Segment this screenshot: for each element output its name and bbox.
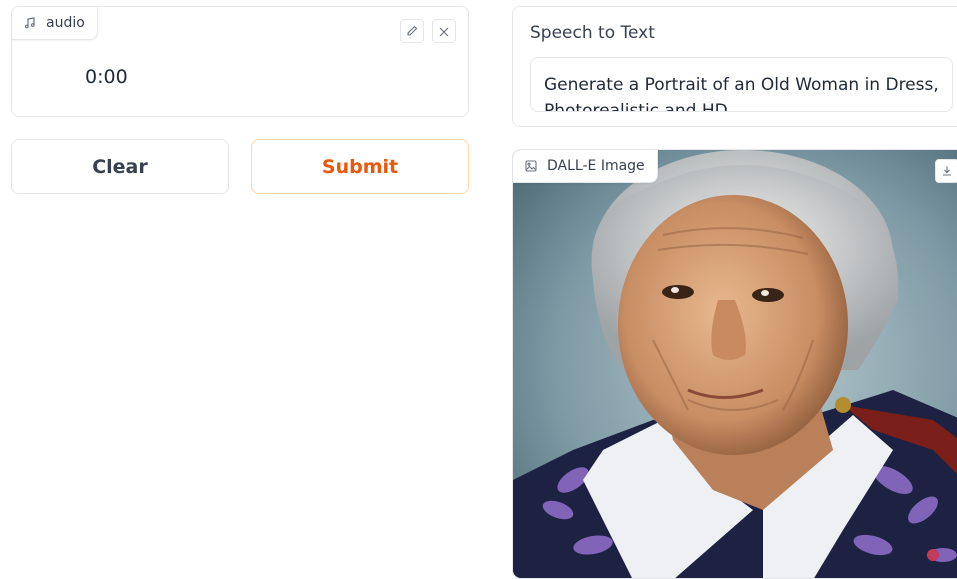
music-note-icon (24, 17, 36, 29)
clear-audio-button[interactable] (432, 19, 456, 43)
generated-image (513, 150, 957, 578)
dalle-label-tab: DALL-E Image (513, 150, 658, 183)
audio-label: audio (46, 15, 85, 31)
pencil-icon (406, 22, 418, 41)
dalle-image-panel: DALL-E Image (512, 149, 957, 579)
download-button[interactable] (935, 159, 957, 183)
audio-label-tab: audio (12, 7, 98, 40)
audio-panel: audio 0:00 (11, 6, 469, 117)
close-icon (439, 22, 449, 41)
edit-button[interactable] (400, 19, 424, 43)
dalle-label: DALL-E Image (547, 158, 645, 174)
submit-button[interactable]: Submit (251, 139, 469, 194)
audio-time: 0:00 (85, 66, 128, 88)
image-icon (525, 160, 537, 172)
speech-to-text-panel: Speech to Text Generate a Portrait of an… (512, 6, 957, 127)
download-icon (941, 162, 953, 181)
speech-to-text-output[interactable]: Generate a Portrait of an Old Woman in D… (530, 57, 953, 112)
clear-button[interactable]: Clear (11, 139, 229, 194)
speech-to-text-label: Speech to Text (530, 23, 655, 43)
